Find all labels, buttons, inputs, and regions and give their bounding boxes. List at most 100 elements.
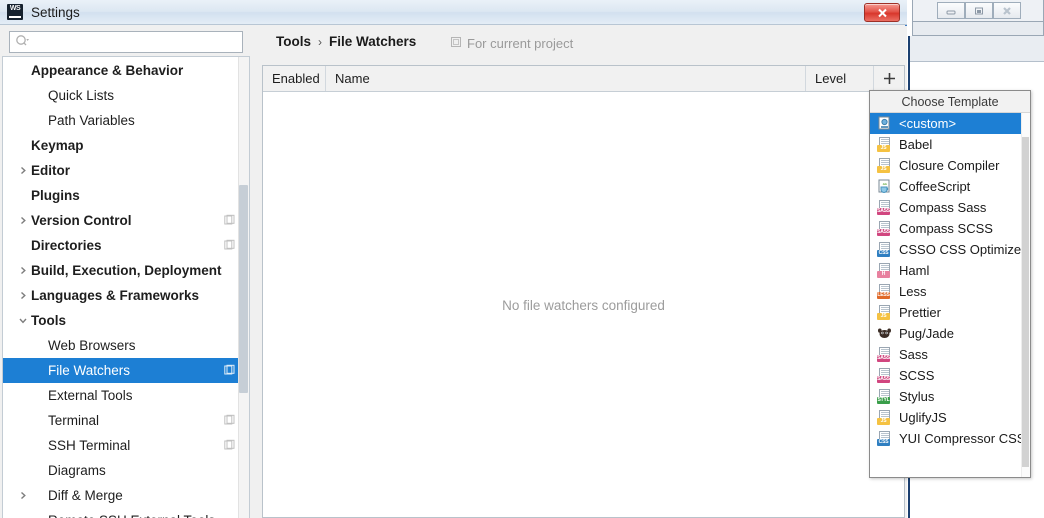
js-file-icon: JS	[877, 137, 892, 152]
sidebar-item-directories[interactable]: Directories	[3, 233, 249, 258]
sidebar-item-diagrams[interactable]: Diagrams	[3, 458, 249, 483]
webstorm-icon: WS	[7, 4, 23, 20]
column-header-level[interactable]: Level	[806, 66, 874, 91]
settings-search-box[interactable]	[9, 31, 243, 53]
template-item-babel[interactable]: JS Babel	[870, 134, 1030, 155]
search-input[interactable]	[32, 33, 242, 51]
chevron-right-icon[interactable]	[17, 290, 28, 301]
template-item-label: Stylus	[899, 389, 935, 404]
background-window-top-body	[912, 22, 1044, 36]
template-item-pug-jade[interactable]: Pug/Jade	[870, 323, 1030, 344]
sidebar-item-build-execution-deployment[interactable]: Build, Execution, Deployment	[3, 258, 249, 283]
pug-jade-icon	[877, 326, 892, 341]
sidebar-item-label: Appearance & Behavior	[31, 63, 184, 78]
sidebar-item-tools[interactable]: Tools	[3, 308, 249, 333]
template-item-label: Prettier	[899, 305, 941, 320]
template-item-custom[interactable]: <custom>	[870, 113, 1030, 134]
template-item-label: Closure Compiler	[899, 158, 1000, 173]
popup-scrollbar-thumb[interactable]	[1022, 137, 1029, 467]
breadcrumb-separator: ›	[318, 34, 322, 49]
settings-tree[interactable]: Appearance & Behavior Quick Lists Path Var…	[2, 56, 250, 518]
sidebar-item-editor[interactable]: Editor	[3, 158, 249, 183]
project-scope-icon	[224, 213, 235, 228]
screen-root: WS Settings Appearance & Behavior Quick L…	[0, 0, 1044, 518]
sidebar-item-terminal[interactable]: Terminal	[3, 408, 249, 433]
template-list[interactable]: <custom> JS Babel JS Closure Compiler CoffeeS…	[870, 113, 1030, 449]
empty-state-message: No file watchers configured	[502, 298, 665, 313]
settings-dialog: WS Settings Appearance & Behavior Quick L…	[0, 0, 907, 518]
sidebar-item-label: Diagrams	[48, 463, 106, 478]
template-item-less[interactable]: LESS Less	[870, 281, 1030, 302]
chevron-down-icon[interactable]	[17, 315, 28, 326]
sidebar-item-appearance-behavior[interactable]: Appearance & Behavior	[3, 58, 249, 83]
sidebar-scrollbar[interactable]	[238, 57, 249, 518]
sidebar-item-label: Directories	[31, 238, 102, 253]
sidebar-item-languages-frameworks[interactable]: Languages & Frameworks	[3, 283, 249, 308]
maximize-button-bg-top[interactable]	[965, 2, 993, 19]
sidebar-item-label: Editor	[31, 163, 70, 178]
template-item-label: Babel	[899, 137, 933, 152]
sidebar-item-label: External Tools	[48, 388, 133, 403]
chevron-right-icon[interactable]	[17, 265, 28, 276]
js-file-icon: JS	[877, 410, 892, 425]
template-item-label: Compass SCSS	[899, 221, 993, 236]
column-header-enabled[interactable]: Enabled	[263, 66, 326, 91]
chevron-right-icon[interactable]	[17, 215, 28, 226]
template-item-compass-sass[interactable]: SASS Compass Sass	[870, 197, 1030, 218]
table-body: No file watchers configured	[263, 92, 904, 517]
settings-main-panel: Tools › File Watchers For current projec…	[252, 26, 907, 518]
sidebar-item-label: Remote SSH External Tools	[3, 513, 215, 518]
template-item-csso-css-optimizer[interactable]: CSS CSSO CSS Optimizer	[870, 239, 1030, 260]
sidebar-item-version-control[interactable]: Version Control	[3, 208, 249, 233]
chevron-right-icon[interactable]	[17, 165, 28, 176]
sidebar-item-plugins[interactable]: Plugins	[3, 183, 249, 208]
sidebar-scrollbar-thumb[interactable]	[239, 185, 248, 393]
template-item-closure-compiler[interactable]: JS Closure Compiler	[870, 155, 1030, 176]
close-button-bg-top[interactable]	[993, 2, 1021, 19]
chevron-right-icon[interactable]	[17, 490, 28, 501]
search-icon	[15, 34, 30, 51]
template-item-compass-scss[interactable]: SASS Compass SCSS	[870, 218, 1030, 239]
dialog-titlebar: WS Settings	[0, 0, 907, 25]
js-file-icon: JS	[877, 305, 892, 320]
breadcrumb-parent[interactable]: Tools	[276, 34, 311, 49]
project-scope-icon	[224, 438, 235, 453]
sidebar-item-quick-lists[interactable]: Quick Lists	[3, 83, 249, 108]
template-item-scss[interactable]: SASS SCSS	[870, 365, 1030, 386]
template-item-uglifyjs[interactable]: JS UglifyJS	[870, 407, 1030, 428]
sidebar-item-file-watchers[interactable]: File Watchers	[3, 358, 249, 383]
column-header-name[interactable]: Name	[326, 66, 806, 91]
custom-watcher-icon	[877, 116, 892, 131]
haml-file-icon: H	[877, 263, 892, 278]
minimize-button-bg-top[interactable]	[937, 2, 965, 19]
background-window-top-controls	[937, 2, 1021, 19]
css-file-icon: CSS	[877, 431, 892, 446]
template-item-label: Haml	[899, 263, 930, 278]
template-item-prettier[interactable]: JS Prettier	[870, 302, 1030, 323]
template-item-sass[interactable]: SASS Sass	[870, 344, 1030, 365]
template-item-yui-compressor-css[interactable]: CSS YUI Compressor CSS	[870, 428, 1030, 449]
css-file-icon: CSS	[877, 242, 892, 257]
template-item-haml[interactable]: H Haml	[870, 260, 1030, 281]
popup-scrollbar[interactable]	[1021, 113, 1030, 477]
module-icon	[450, 36, 462, 51]
sidebar-item-path-variables[interactable]: Path Variables	[3, 108, 249, 133]
sidebar-item-web-browsers[interactable]: Web Browsers	[3, 333, 249, 358]
background-window-top[interactable]	[912, 0, 1044, 22]
sidebar-item-remote-ssh-external-tools[interactable]: Remote SSH External Tools	[3, 508, 249, 518]
table-header-row: Enabled Name Level	[263, 66, 904, 92]
close-button[interactable]	[864, 3, 900, 22]
template-item-label: CoffeeScript	[899, 179, 971, 194]
template-item-label: Pug/Jade	[899, 326, 954, 341]
sidebar-item-ssh-terminal[interactable]: SSH Terminal	[3, 433, 249, 458]
dialog-title: Settings	[31, 4, 80, 20]
template-item-stylus[interactable]: STYL Stylus	[870, 386, 1030, 407]
template-item-coffeescript[interactable]: CoffeeScript	[870, 176, 1030, 197]
sidebar-item-keymap[interactable]: Keymap	[3, 133, 249, 158]
add-watcher-button[interactable]	[874, 66, 904, 91]
background-window-second-titlebar	[910, 36, 1044, 62]
sidebar-item-label: SSH Terminal	[48, 438, 131, 453]
sidebar-item-external-tools[interactable]: External Tools	[3, 383, 249, 408]
template-item-label: Compass Sass	[899, 200, 987, 215]
sidebar-item-diff-merge[interactable]: Diff & Merge	[3, 483, 249, 508]
